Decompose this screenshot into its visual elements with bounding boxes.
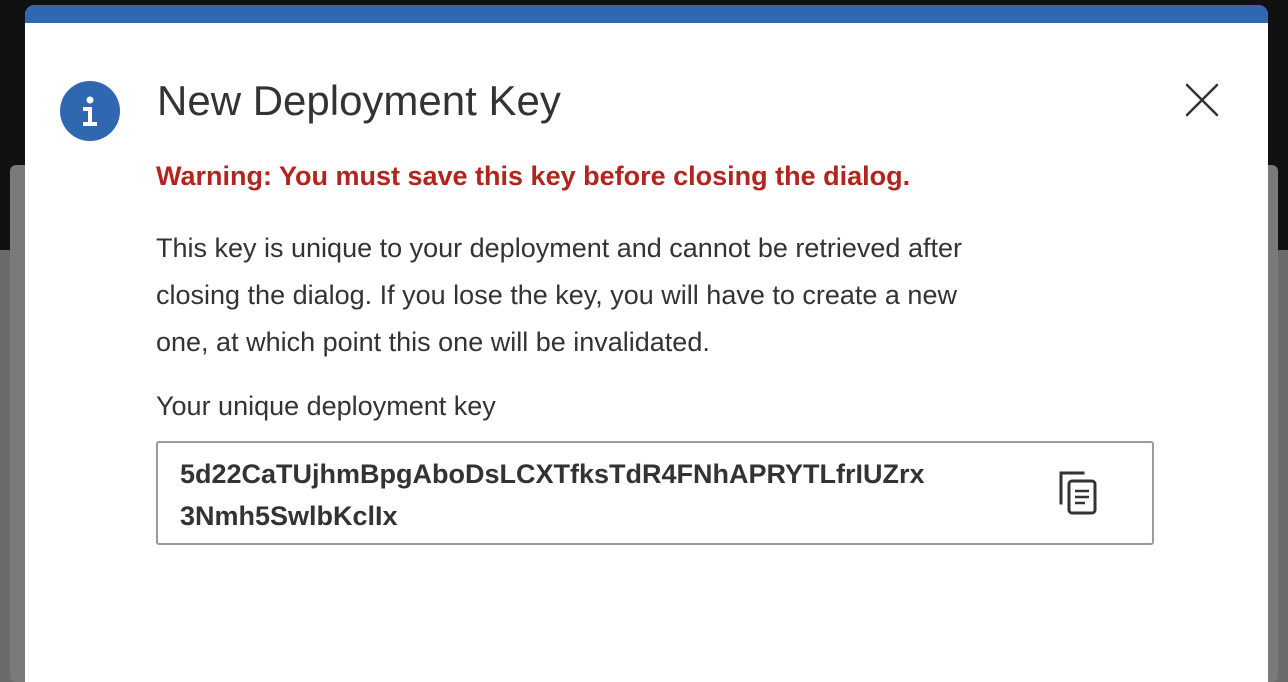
deployment-key-dialog: New Deployment Key Warning: You must sav… xyxy=(25,5,1268,682)
description-line: closing the dialog. If you lose the key,… xyxy=(156,280,957,310)
copy-icon[interactable] xyxy=(1057,469,1101,519)
info-icon xyxy=(60,81,120,141)
key-value-line[interactable]: 5d22CaTUjhmBpgAboDsLCXTfksTdR4FNhAPRYTLf… xyxy=(180,453,1040,495)
key-field-label: Your unique deployment key xyxy=(156,391,496,421)
deployment-key-field[interactable]: 5d22CaTUjhmBpgAboDsLCXTfksTdR4FNhAPRYTLf… xyxy=(156,441,1154,545)
description-line: This key is unique to your deployment an… xyxy=(156,233,962,263)
dialog-accent-bar xyxy=(25,5,1268,23)
dialog-title: New Deployment Key xyxy=(157,77,561,124)
close-button[interactable] xyxy=(1177,75,1227,125)
copy-key-button[interactable] xyxy=(1054,469,1104,519)
close-icon[interactable] xyxy=(1184,82,1220,118)
dialog-description: This key is unique to your deployment an… xyxy=(156,225,1156,366)
deployment-key-value[interactable]: 5d22CaTUjhmBpgAboDsLCXTfksTdR4FNhAPRYTLf… xyxy=(180,453,1040,537)
description-line: one, at which point this one will be inv… xyxy=(156,327,710,357)
warning-message: Warning: You must save this key before c… xyxy=(156,161,911,191)
key-value-line[interactable]: 3Nmh5SwlbKclIx xyxy=(180,495,1040,537)
